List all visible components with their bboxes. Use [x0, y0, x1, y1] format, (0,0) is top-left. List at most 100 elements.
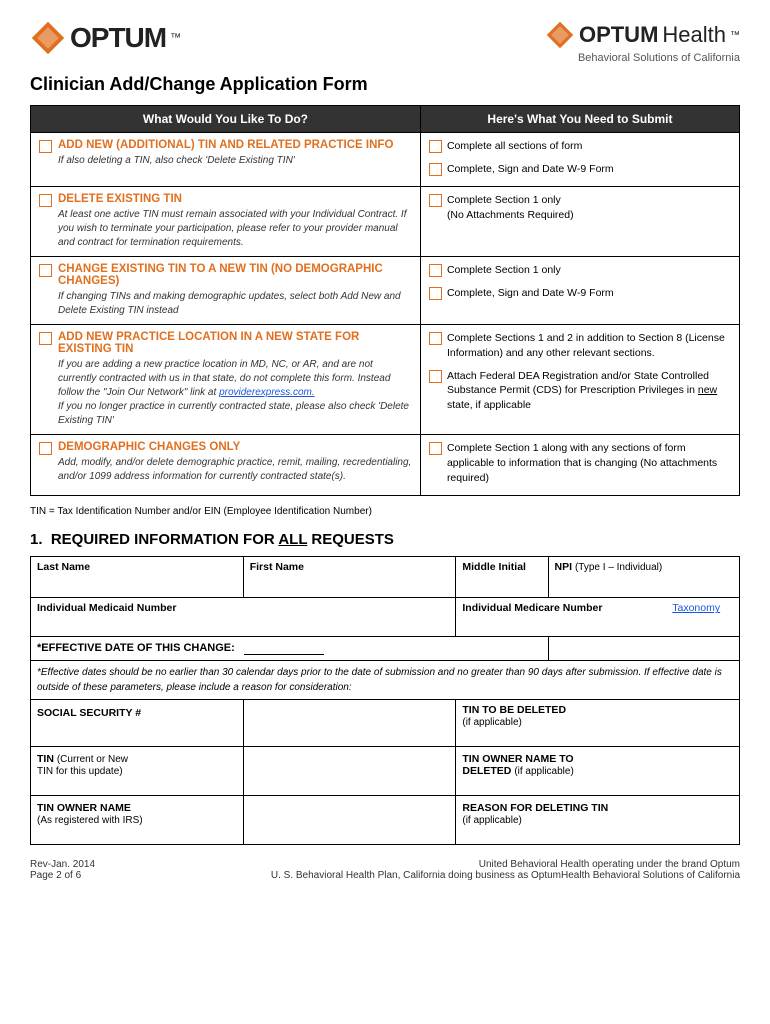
checkbox-submit-sections-1-2-8[interactable]: [429, 332, 442, 345]
footer-left: Rev-Jan. 2014 Page 2 of 6: [30, 859, 95, 881]
medicaid-label: Individual Medicaid Number: [37, 602, 176, 614]
table-row: *Effective dates should be no earlier th…: [31, 661, 740, 700]
table-row: Last Name First Name Middle Initial NPI …: [31, 557, 740, 598]
last-name-label-cell: Last Name: [31, 557, 244, 598]
submit-text-section1-only-1: Complete Section 1 only(No Attachments R…: [447, 193, 574, 222]
checkbox-submit-all-sections[interactable]: [429, 140, 442, 153]
middle-initial-label: Middle Initial: [462, 561, 526, 573]
header: OPTUM™ OPTUMHealth™ Behavioral Solutions…: [30, 20, 740, 64]
submit-text-w9-2: Complete, Sign and Date W-9 Form: [447, 286, 614, 301]
section1-title: 1. REQUIRED INFORMATION FOR ALL REQUESTS: [30, 531, 740, 548]
tin-owner-name-sub: (As registered with IRS): [37, 815, 143, 826]
first-name-label-cell: First Name: [243, 557, 456, 598]
action-desc-add-new-tin: If also deleting a TIN, also check 'Dele…: [58, 154, 393, 168]
action-desc-demographic: Add, modify, and/or delete demographic p…: [58, 456, 412, 484]
table-row: *EFFECTIVE DATE OF THIS CHANGE:: [31, 637, 740, 661]
effective-date-label: *EFFECTIVE DATE OF THIS CHANGE:: [37, 642, 235, 654]
submit-text-section1-only-2: Complete Section 1 only: [447, 263, 561, 278]
table-row: DELETE EXISTING TIN At least one active …: [31, 187, 740, 257]
npi-label-cell: NPI (Type I – Individual): [548, 557, 739, 598]
table-row: SOCIAL SECURITY # TIN TO BE DELETED (if …: [31, 700, 740, 747]
tin-owner-delete-label-cell: TIN OWNER NAME TODELETED (if applicable): [456, 747, 740, 796]
effective-date-note-cell: *Effective dates should be no earlier th…: [31, 661, 740, 700]
submit-cell-delete-tin: Complete Section 1 only(No Attachments R…: [420, 187, 739, 257]
action-title-add-new-state: ADD NEW PRACTICE LOCATION IN A NEW STATE…: [58, 331, 412, 355]
optum-logo: OPTUM™: [30, 20, 181, 56]
footer-right: United Behavioral Health operating under…: [271, 859, 740, 881]
optumhealth-bold-text: OPTUM: [579, 22, 658, 48]
checkbox-submit-w9-1[interactable]: [429, 163, 442, 176]
action-desc-delete-tin: At least one active TIN must remain asso…: [58, 208, 412, 250]
tin-note: TIN = Tax Identification Number and/or E…: [30, 506, 740, 517]
checkbox-add-new-tin[interactable]: [39, 140, 52, 153]
social-security-label-cell: SOCIAL SECURITY #: [31, 700, 244, 747]
submit-cell-change-tin: Complete Section 1 only Complete, Sign a…: [420, 257, 739, 325]
rev-date: Rev-Jan. 2014: [30, 859, 95, 870]
company-line1: United Behavioral Health operating under…: [271, 859, 740, 870]
checkbox-change-tin[interactable]: [39, 264, 52, 277]
submit-cell-demographic: Complete Section 1 along with any sectio…: [420, 435, 739, 496]
medicare-label: Individual Medicare Number: [462, 602, 602, 614]
table-row: Individual Medicaid Number Individual Me…: [31, 598, 740, 637]
checkbox-demographic[interactable]: [39, 442, 52, 455]
checkbox-delete-tin[interactable]: [39, 194, 52, 207]
action-cell-add-new-state: ADD NEW PRACTICE LOCATION IN A NEW STATE…: [31, 325, 421, 435]
action-cell-add-new-tin: ADD NEW (ADDITIONAL) TIN AND RELATED PRA…: [31, 133, 421, 187]
section1-table: Last Name First Name Middle Initial NPI …: [30, 556, 740, 845]
social-security-value-cell: [243, 700, 456, 747]
medicare-label-cell: Individual Medicare Number Taxonomy: [456, 598, 740, 637]
reason-for-deleting-sub: (if applicable): [462, 815, 521, 826]
table-row: DEMOGRAPHIC CHANGES ONLY Add, modify, an…: [31, 435, 740, 496]
action-table: What Would You Like To Do? Here's What Y…: [30, 105, 740, 496]
submit-text-section1-complete: Complete Section 1 along with any sectio…: [447, 441, 731, 485]
medicaid-label-cell: Individual Medicaid Number: [31, 598, 456, 637]
optum-logo-text: OPTUM: [70, 22, 166, 54]
effective-date-value-cell: [548, 637, 739, 661]
table-header-col1: What Would You Like To Do?: [31, 106, 421, 133]
action-desc-add-new-state: If you are adding a new practice locatio…: [58, 358, 412, 428]
tin-to-delete-label: TIN TO BE DELETED: [462, 704, 566, 716]
reason-for-deleting-label: REASON FOR DELETING TIN: [462, 802, 608, 814]
npi-sub: (Type I – Individual): [575, 562, 662, 573]
providerexpress-link[interactable]: providerexpress.com.: [219, 387, 315, 398]
reason-for-deleting-label-cell: REASON FOR DELETING TIN (if applicable): [456, 796, 740, 845]
checkbox-add-new-state[interactable]: [39, 332, 52, 345]
checkbox-submit-section1-only-2[interactable]: [429, 264, 442, 277]
optumhealth-tm: ™: [730, 30, 740, 41]
npi-label: NPI: [555, 561, 573, 573]
effective-date-note: *Effective dates should be no earlier th…: [37, 667, 722, 693]
checkbox-submit-section1-only-1[interactable]: [429, 194, 442, 207]
table-row: ADD NEW PRACTICE LOCATION IN A NEW STATE…: [31, 325, 740, 435]
submit-text-sections-1-2-8: Complete Sections 1 and 2 in addition to…: [447, 331, 731, 360]
tin-owner-name-label: TIN OWNER NAME: [37, 802, 131, 814]
behavioral-solutions-text: Behavioral Solutions of California: [578, 52, 740, 64]
optumhealth-logo-top: OPTUMHealth ™: [545, 20, 740, 50]
company-line2: U. S. Behavioral Health Plan, California…: [271, 870, 740, 881]
footer: Rev-Jan. 2014 Page 2 of 6 United Behavio…: [30, 859, 740, 881]
effective-date-label-cell: *EFFECTIVE DATE OF THIS CHANGE:: [31, 637, 549, 661]
action-cell-delete-tin: DELETE EXISTING TIN At least one active …: [31, 187, 421, 257]
checkbox-submit-w9-2[interactable]: [429, 287, 442, 300]
tin-owner-name-label-cell: TIN OWNER NAME (As registered with IRS): [31, 796, 244, 845]
table-row: TIN (Current or NewTIN for this update) …: [31, 747, 740, 796]
first-name-label: First Name: [250, 561, 304, 573]
section1-title-underline: ALL: [278, 531, 307, 548]
submit-text-w9-1: Complete, Sign and Date W-9 Form: [447, 162, 614, 177]
table-row: ADD NEW (ADDITIONAL) TIN AND RELATED PRA…: [31, 133, 740, 187]
action-title-add-new-tin: ADD NEW (ADDITIONAL) TIN AND RELATED PRA…: [58, 139, 393, 151]
optumhealth-light-text: Health: [662, 22, 726, 48]
tin-to-delete-sub: (if applicable): [462, 717, 521, 728]
checkbox-submit-section1-complete[interactable]: [429, 442, 442, 455]
page: OPTUM™ OPTUMHealth™ Behavioral Solutions…: [0, 0, 770, 901]
taxonomy-link[interactable]: Taxonomy: [672, 602, 720, 614]
submit-cell-add-new-tin: Complete all sections of form Complete, …: [420, 133, 739, 187]
checkbox-submit-dea[interactable]: [429, 370, 442, 383]
action-title-change-tin: CHANGE EXISTING TIN TO A NEW TIN (NO DEM…: [58, 263, 412, 287]
action-cell-change-tin: CHANGE EXISTING TIN TO A NEW TIN (NO DEM…: [31, 257, 421, 325]
tin-current-value-cell: [243, 747, 456, 796]
optumhealth-diamond-icon: [545, 20, 575, 50]
optumhealth-logo: OPTUMHealth ™ Behavioral Solutions of Cal…: [545, 20, 740, 64]
submit-cell-add-new-state: Complete Sections 1 and 2 in addition to…: [420, 325, 739, 435]
submit-text-dea: Attach Federal DEA Registration and/or S…: [447, 369, 731, 413]
submit-text-all-sections: Complete all sections of form: [447, 139, 582, 154]
